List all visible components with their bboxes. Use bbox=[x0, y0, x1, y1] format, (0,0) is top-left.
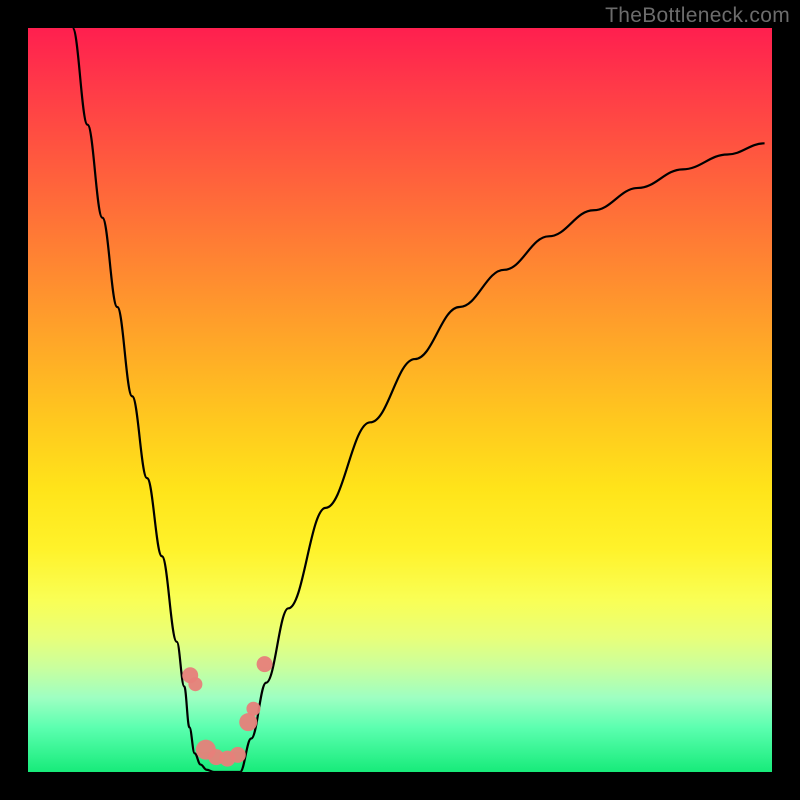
watermark-text: TheBottleneck.com bbox=[605, 4, 790, 28]
data-marker bbox=[188, 677, 202, 691]
curve-right-branch bbox=[240, 143, 765, 772]
data-markers bbox=[182, 656, 272, 766]
chart-plot-area bbox=[28, 28, 772, 772]
data-marker bbox=[246, 702, 260, 716]
curve-left-branch bbox=[73, 28, 214, 772]
bottleneck-curve bbox=[28, 28, 772, 772]
data-marker bbox=[230, 747, 246, 763]
data-marker bbox=[239, 713, 257, 731]
data-marker bbox=[257, 656, 273, 672]
